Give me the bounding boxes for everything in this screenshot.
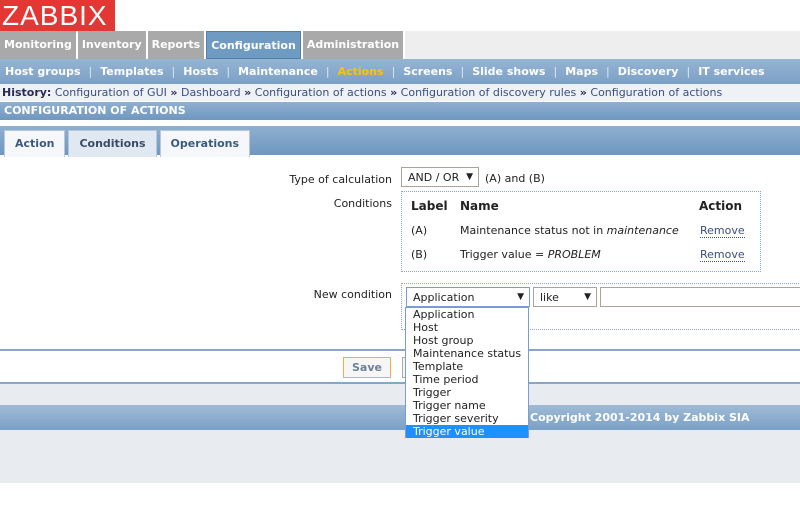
- dropdown-option[interactable]: Trigger name: [406, 399, 528, 412]
- new-condition-label: New condition: [313, 288, 392, 301]
- submenu-maintenance[interactable]: Maintenance: [238, 65, 318, 78]
- dropdown-option-highlighted[interactable]: Trigger value: [406, 425, 528, 438]
- condition-type-dropdown: Application Host Host group Maintenance …: [405, 307, 529, 438]
- history-link[interactable]: Dashboard: [181, 86, 241, 99]
- col-label: Label: [411, 199, 448, 213]
- condition-type-select[interactable]: Application ▼: [406, 287, 530, 307]
- condition-value: PROBLEM: [547, 248, 601, 261]
- submenu-actions[interactable]: Actions: [338, 65, 384, 78]
- tab-conditions[interactable]: Conditions: [68, 130, 157, 157]
- condition-operator-select[interactable]: like ▼: [533, 287, 597, 307]
- chevron-down-icon: ▼: [466, 172, 473, 182]
- conditions-table: Label Name Action (A) Maintenance status…: [401, 191, 761, 272]
- col-name: Name: [460, 199, 499, 213]
- sep: »: [390, 86, 398, 99]
- tab-bar: Action Conditions Operations: [0, 124, 800, 157]
- sep: »: [244, 86, 252, 99]
- history-link[interactable]: Configuration of GUI: [55, 86, 167, 99]
- condition-value: maintenance: [606, 224, 679, 237]
- menu-monitoring[interactable]: Monitoring: [0, 31, 76, 59]
- sep: »: [170, 86, 178, 99]
- select-value: AND / OR: [408, 170, 460, 184]
- footer: Copyright 2001-2014 by Zabbix SIA: [0, 405, 800, 430]
- condition-name: Maintenance status not in maintenance: [460, 224, 679, 237]
- submenu-discovery[interactable]: Discovery: [618, 65, 679, 78]
- menu-administration[interactable]: Administration: [302, 31, 404, 59]
- condition-text: Maintenance status not in: [460, 224, 607, 237]
- submenu-hosts[interactable]: Hosts: [183, 65, 218, 78]
- page-title: CONFIGURATION OF ACTIONS: [0, 102, 800, 120]
- menu-filler: [405, 31, 800, 59]
- select-value: Application: [413, 290, 475, 304]
- submenu-it-services[interactable]: IT services: [698, 65, 764, 78]
- dropdown-option[interactable]: Template: [406, 360, 528, 373]
- dropdown-option[interactable]: Trigger severity: [406, 412, 528, 425]
- calculation-expression: (A) and (B): [485, 172, 545, 185]
- tab-action[interactable]: Action: [4, 130, 66, 157]
- history-link[interactable]: Configuration of actions: [255, 86, 387, 99]
- spacer: [0, 384, 800, 405]
- chevron-down-icon: ▼: [517, 292, 524, 302]
- submenu-host-groups[interactable]: Host groups: [5, 65, 81, 78]
- history-breadcrumb: History: Configuration of GUI » Dashboar…: [0, 84, 800, 101]
- zabbix-logo: ZABBIX: [0, 0, 115, 31]
- main-menu: Monitoring Inventory Reports Configurati…: [0, 31, 800, 59]
- copyright: Copyright 2001-2014 by Zabbix SIA: [530, 411, 750, 424]
- submenu-templates[interactable]: Templates: [100, 65, 163, 78]
- menu-inventory[interactable]: Inventory: [77, 31, 146, 59]
- type-of-calculation-select[interactable]: AND / OR ▼: [401, 167, 479, 187]
- dropdown-option[interactable]: Host: [406, 321, 528, 334]
- condition-label: (B): [411, 248, 428, 261]
- condition-text: Trigger value =: [460, 248, 548, 261]
- sub-menu: Host groups | Templates | Hosts | Maintenan…: [0, 59, 800, 84]
- menu-configuration[interactable]: Configuration: [206, 31, 301, 59]
- sep: »: [579, 86, 587, 99]
- menu-reports[interactable]: Reports: [147, 31, 205, 59]
- tab-operations[interactable]: Operations: [159, 130, 251, 157]
- submenu-screens[interactable]: Screens: [403, 65, 452, 78]
- condition-label: (A): [411, 224, 428, 237]
- submenu-maps[interactable]: Maps: [565, 65, 598, 78]
- select-value: like: [540, 290, 559, 304]
- condition-value-input[interactable]: [600, 287, 800, 307]
- spacer: [0, 430, 800, 483]
- history-label: History:: [2, 86, 52, 99]
- condition-name: Trigger value = PROBLEM: [460, 248, 601, 261]
- dropdown-option[interactable]: Application: [406, 308, 528, 321]
- dropdown-option[interactable]: Maintenance status: [406, 347, 528, 360]
- dropdown-option[interactable]: Time period: [406, 373, 528, 386]
- divider: [0, 349, 800, 351]
- history-link[interactable]: Configuration of discovery rules: [401, 86, 577, 99]
- dropdown-option[interactable]: Trigger: [406, 386, 528, 399]
- remove-link[interactable]: Remove: [700, 225, 745, 238]
- history-link[interactable]: Configuration of actions: [590, 86, 722, 99]
- col-action: Action: [699, 199, 743, 213]
- chevron-down-icon: ▼: [584, 292, 591, 302]
- save-button[interactable]: Save: [343, 357, 391, 378]
- conditions-label: Conditions: [333, 197, 392, 210]
- dropdown-option[interactable]: Host group: [406, 334, 528, 347]
- type-of-calculation-label: Type of calculation: [289, 173, 392, 186]
- remove-link[interactable]: Remove: [700, 249, 745, 262]
- submenu-slide-shows[interactable]: Slide shows: [472, 65, 545, 78]
